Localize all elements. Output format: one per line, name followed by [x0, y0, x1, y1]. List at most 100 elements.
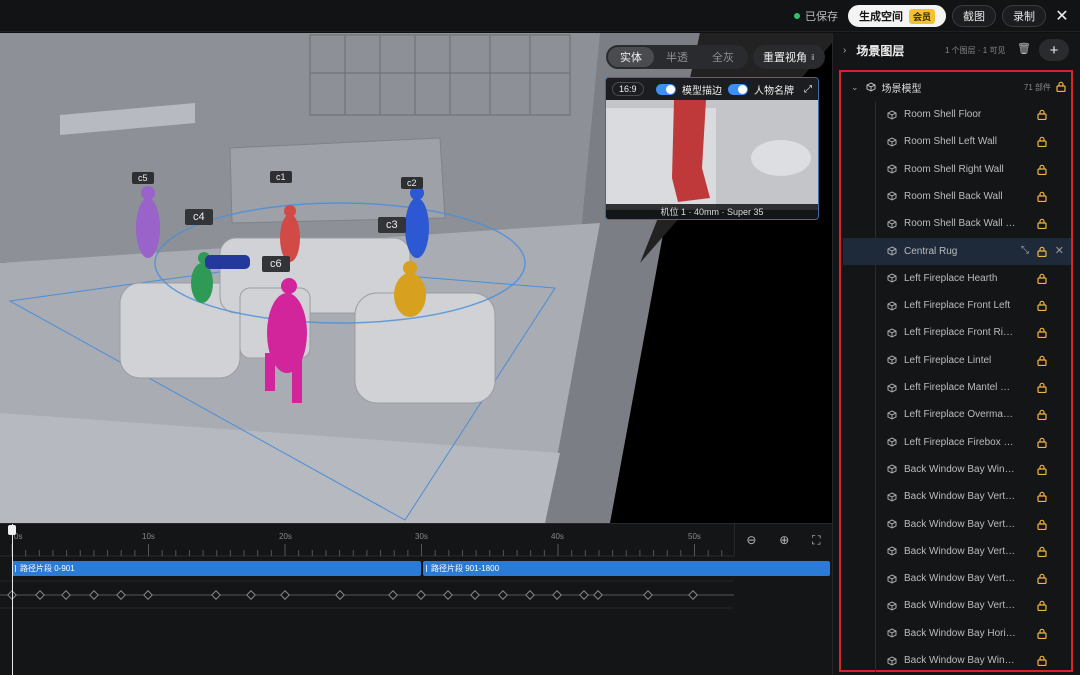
chevron-down-icon[interactable]: ⌄ — [851, 82, 859, 93]
timeline-ruler — [0, 544, 734, 609]
layer-item[interactable]: Left Fireplace Lintel — [877, 347, 1071, 374]
tick-40s: 40s — [551, 532, 564, 541]
lock-icon[interactable] — [1037, 109, 1047, 120]
aspect-ratio-select[interactable]: 16:9 — [612, 82, 644, 96]
lock-icon[interactable] — [1037, 355, 1047, 366]
layer-item[interactable]: Left Fireplace Overmantel — [877, 401, 1071, 428]
keyframe-marker — [688, 590, 698, 600]
lock-icon[interactable] — [1037, 136, 1047, 148]
playhead-handle[interactable] — [8, 525, 16, 535]
layer-item[interactable]: Room Shell Floor — [877, 101, 1071, 128]
lock-icon[interactable] — [1037, 273, 1047, 284]
generate-space-button[interactable]: 生成空间 会员 — [847, 5, 946, 27]
layer-item-label: Left Fireplace Lintel — [904, 354, 992, 366]
saved-status: 已保存 — [793, 8, 838, 24]
lock-icon[interactable] — [1037, 464, 1047, 475]
layer-item[interactable]: Room Shell Right Wall — [877, 156, 1071, 183]
layer-item[interactable]: Left Fireplace Hearth — [877, 265, 1071, 292]
layer-item[interactable]: Room Shell Left Wall — [877, 128, 1071, 155]
cube-icon — [887, 464, 897, 474]
scene-viewport[interactable]: c5 c4 c1 c2 c3 c6 实体 半透 全灰 重置视角 ⅱ 16:9 模型… — [0, 33, 832, 523]
lock-icon[interactable] — [1037, 600, 1047, 612]
top-bar: 已保存 生成空间 会员 截图 录制 ✕ — [0, 0, 1080, 32]
lock-icon[interactable] — [1037, 164, 1047, 175]
keyframe-marker — [525, 590, 535, 600]
character-label-c1[interactable]: c1 — [270, 171, 292, 183]
layer-item-label: Room Shell Right Wall — [904, 163, 1004, 175]
layer-item[interactable]: Back Window Bay Vertical 4 — [877, 565, 1071, 592]
character-label-c2[interactable]: c2 — [401, 177, 423, 189]
zoom-out-icon[interactable]: ⊖ — [746, 533, 756, 547]
lock-icon[interactable] — [1037, 300, 1047, 312]
path-segment-1[interactable]: 路径片段 0-901 — [12, 561, 421, 576]
screenshot-button[interactable]: 截图 — [952, 5, 996, 27]
layer-item[interactable]: Left Fireplace Firebox Back — [877, 429, 1071, 456]
lock-icon[interactable] — [1056, 81, 1066, 92]
cube-icon — [887, 137, 897, 147]
lock-icon[interactable] — [1037, 437, 1047, 448]
lock-icon[interactable] — [1037, 409, 1047, 421]
lock-icon[interactable] — [1037, 218, 1047, 230]
character-label-c6[interactable]: c6 — [262, 256, 290, 272]
layer-item[interactable]: Left Fireplace Front Left — [877, 292, 1071, 319]
nameplate-toggle[interactable] — [728, 83, 748, 95]
group-count: 71 部件 — [1023, 82, 1051, 92]
layer-item[interactable]: Back Window Bay Vertical 1 — [877, 483, 1071, 510]
lock-icon[interactable] — [1037, 327, 1047, 339]
fit-icon[interactable]: ⛶ — [812, 533, 820, 548]
mode-gray-button[interactable]: 全灰 — [700, 47, 746, 67]
layer-item[interactable]: Back Window Bay Window Sill — [877, 647, 1071, 674]
timeline[interactable]: 0s 10s 20s 30s 40s 50s ⊖ ⊕ ⛶ 路径片段 0-901 … — [0, 523, 832, 675]
path-segment-2[interactable]: 路径片段 901-1800 — [423, 561, 830, 576]
remove-icon[interactable]: ✕ — [1055, 244, 1064, 257]
add-layer-button[interactable]: + — [1039, 39, 1069, 61]
cube-icon — [887, 219, 897, 229]
reset-view-button[interactable]: 重置视角 ⅱ — [753, 45, 825, 69]
outline-toggle[interactable] — [656, 83, 676, 95]
expand-icon[interactable]: ⤢ — [804, 84, 812, 95]
lock-icon[interactable] — [1037, 573, 1047, 585]
keyframe-marker — [335, 590, 345, 600]
lock-icon[interactable] — [1037, 246, 1047, 257]
lock-icon[interactable] — [1037, 491, 1047, 503]
character-label-c5[interactable]: c5 — [132, 172, 154, 184]
layer-item[interactable]: Room Shell Back Wall — [877, 183, 1071, 210]
layers-panel-header: › 场景图层 1 个图层 · 1 可见 🗑 + — [833, 33, 1080, 67]
mode-translucent-button[interactable]: 半透 — [654, 47, 700, 67]
layer-item[interactable]: Left Fireplace Mantel Shelf — [877, 374, 1071, 401]
playhead[interactable] — [12, 524, 13, 675]
camera-preview[interactable]: 16:9 模型描边 人物名牌 ⤢ 机位 1 · 40mm · Super 35 — [605, 77, 819, 220]
mode-solid-button[interactable]: 实体 — [608, 47, 654, 67]
lock-icon[interactable] — [1037, 628, 1047, 639]
lock-icon[interactable] — [1037, 655, 1047, 666]
group-scene-model[interactable]: ⌄ 场景模型 71 部件 — [841, 74, 1071, 100]
cube-icon — [887, 191, 897, 201]
layer-item[interactable]: Back Window Bay Vertical 5 — [877, 592, 1071, 619]
layer-item[interactable]: Central Rug ⤡ ✕ — [843, 237, 1071, 265]
chevron-right-icon[interactable]: › — [843, 45, 846, 56]
character-label-c4[interactable]: c4 — [185, 209, 213, 225]
layer-item[interactable]: Left Fireplace Front Right — [877, 319, 1071, 346]
layer-item[interactable]: Back Window Bay Vertical 3 — [877, 538, 1071, 565]
keyframe-marker — [416, 590, 426, 600]
layer-item-label: Left Fireplace Hearth — [904, 272, 998, 284]
cube-icon — [887, 301, 897, 311]
zoom-in-icon[interactable]: ⊕ — [779, 533, 789, 547]
trash-icon[interactable]: 🗑 — [1017, 42, 1031, 55]
close-icon[interactable]: ✕ — [1052, 6, 1072, 26]
layer-item[interactable]: Back Window Bay Window — [877, 456, 1071, 483]
cube-icon — [887, 382, 897, 393]
layer-item[interactable]: Back Window Bay Horizontal — [877, 620, 1071, 647]
character-label-c3[interactable]: c3 — [378, 217, 406, 233]
cube-icon — [887, 574, 897, 584]
lock-icon[interactable] — [1037, 191, 1047, 202]
lock-icon[interactable] — [1037, 382, 1047, 393]
layers-panel: › 场景图层 1 个图层 · 1 可见 🗑 + ⌄ 场景模型 71 部件 Roo… — [832, 33, 1080, 675]
lock-icon[interactable] — [1037, 519, 1047, 530]
tick-10s: 10s — [142, 532, 155, 541]
record-button[interactable]: 录制 — [1002, 5, 1046, 27]
path-icon[interactable]: ⤡ — [1021, 245, 1029, 256]
lock-icon[interactable] — [1037, 546, 1047, 557]
layer-item[interactable]: Back Window Bay Vertical 2 — [877, 511, 1071, 538]
layer-item[interactable]: Room Shell Back Wall Upper — [877, 210, 1071, 237]
